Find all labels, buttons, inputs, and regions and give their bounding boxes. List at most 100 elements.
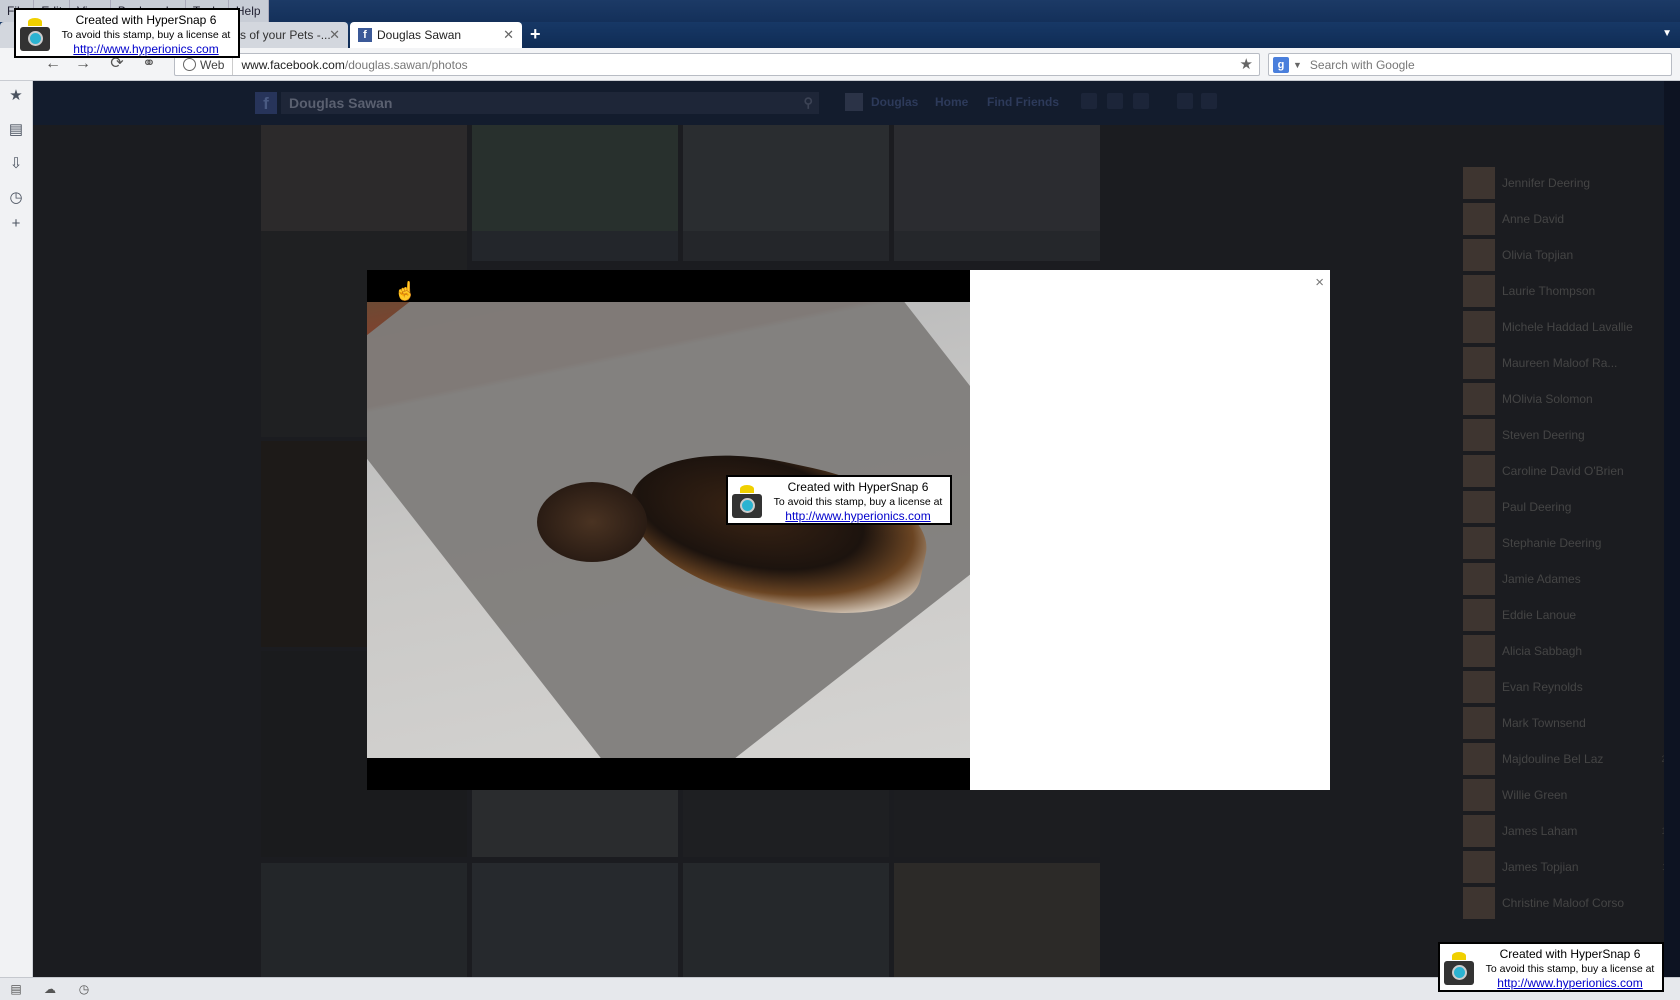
photo-lightbox: × (367, 270, 1330, 790)
facebook-favicon-icon: f (358, 28, 372, 42)
facebook-search-input[interactable]: Douglas Sawan ⚲ (281, 92, 819, 114)
chat-contact[interactable]: Anne David3h (1463, 201, 1664, 237)
photo-stage[interactable] (367, 270, 970, 790)
cat-photo[interactable] (367, 302, 970, 758)
avatar (1463, 203, 1495, 235)
chat-contact[interactable]: Majdouline Bel Laz 23m (1463, 741, 1664, 777)
photo-tile[interactable] (472, 790, 678, 857)
avatar (1463, 347, 1495, 379)
chat-contact[interactable]: Laurie Thompson (1463, 273, 1664, 309)
chat-contact[interactable]: Christine Maloof Corso (1463, 885, 1664, 921)
contact-name: Jamie Adames (1502, 572, 1581, 586)
chat-contact[interactable]: Paul Deering5h (1463, 489, 1664, 525)
tab-label: Douglas Sawan (377, 28, 462, 42)
chat-contact[interactable]: James Topjian 11m (1463, 849, 1664, 885)
privacy-shortcuts-icon[interactable] (1177, 93, 1193, 109)
chat-contact[interactable]: Jamie Adames (1463, 561, 1664, 597)
bookmarks-star-icon[interactable]: ★ (7, 87, 25, 105)
contact-name: Eddie Lanoue (1502, 608, 1577, 622)
chat-contact[interactable]: MOlivia Solomon2h (1463, 381, 1664, 417)
contact-name: Maureen Maloof Ra... (1502, 356, 1618, 370)
camera-icon (20, 18, 50, 52)
photo-tile[interactable] (683, 790, 889, 857)
camera-icon (1444, 952, 1474, 986)
avatar (1463, 455, 1495, 487)
contact-name: Michele Haddad Lavallie (1502, 320, 1633, 334)
chat-contact[interactable]: Eddie Lanoue4h (1463, 597, 1664, 633)
contact-name: Anne David (1502, 212, 1565, 226)
notifications-icon[interactable] (1133, 93, 1149, 109)
close-tab-icon[interactable]: ✕ (329, 27, 340, 43)
chat-contact[interactable]: Mark Townsend (1463, 705, 1664, 741)
friend-requests-icon[interactable] (1081, 93, 1097, 109)
chat-contact[interactable]: Michele Haddad Lavallie (1463, 309, 1664, 345)
facebook-logo-icon[interactable]: f (255, 92, 277, 114)
stamp-title: Created with HyperSnap 6 (75, 13, 217, 27)
contact-time: 11m (1662, 862, 1664, 872)
messages-icon[interactable] (1107, 93, 1123, 109)
photo-tile[interactable] (472, 863, 678, 977)
photo-tile[interactable] (472, 231, 678, 261)
nav-profile-link[interactable]: Douglas (871, 95, 918, 109)
contact-name: Jennifer Deering (1502, 176, 1591, 190)
globe-icon (183, 58, 196, 71)
navigation-toolbar: ← → ⟳ ⚭ Web www.facebook.com/douglas.saw… (0, 48, 1680, 81)
url-text[interactable]: www.facebook.com/douglas.sawan/photos (233, 58, 467, 72)
avatar[interactable] (845, 93, 863, 111)
photo-tile[interactable] (261, 125, 467, 247)
nav-home-link[interactable]: Home (935, 95, 968, 109)
speed-dial-icon[interactable]: ◷ (76, 982, 92, 996)
cloud-icon[interactable]: ☁ (42, 982, 58, 996)
chat-contact[interactable]: Willie Green1h (1463, 777, 1664, 813)
notes-icon[interactable]: ▤ (7, 121, 25, 139)
camera-icon (732, 485, 762, 519)
stamp-notice: To avoid this stamp, buy a license at (61, 29, 231, 41)
nav-find-friends-link[interactable]: Find Friends (987, 95, 1059, 109)
photo-tile[interactable] (683, 125, 889, 247)
address-bar[interactable]: Web www.facebook.com/douglas.sawan/photo… (174, 53, 1260, 76)
photo-tile[interactable] (261, 863, 467, 977)
chat-contact[interactable]: Jennifer Deering3h (1463, 165, 1664, 201)
chat-contact[interactable]: Alicia Sabbagh1h (1463, 633, 1664, 669)
search-icon[interactable]: ⚲ (803, 95, 813, 111)
avatar (1463, 311, 1495, 343)
photo-tile[interactable] (894, 790, 1100, 857)
stamp-link[interactable]: http://www.hyperionics.com (56, 42, 236, 56)
close-icon[interactable]: × (1315, 274, 1324, 291)
avatar (1463, 275, 1495, 307)
photo-tile[interactable] (683, 231, 889, 261)
tab-list-dropdown-icon[interactable]: ▼ (1662, 28, 1672, 39)
settings-gear-icon[interactable] (1201, 93, 1217, 109)
url-path: /douglas.sawan/photos (344, 57, 468, 72)
chat-contact[interactable]: James Laham 13m (1463, 813, 1664, 849)
stamp-link[interactable]: http://www.hyperionics.com (1480, 976, 1660, 990)
contact-name: MOlivia Solomon (1502, 392, 1593, 406)
new-tab-plus-icon[interactable]: + (530, 24, 541, 45)
photo-tile[interactable] (894, 231, 1100, 261)
facebook-search-value: Douglas Sawan (289, 95, 393, 111)
chat-contact[interactable]: Evan Reynolds4h (1463, 669, 1664, 705)
google-icon[interactable]: g (1273, 56, 1289, 73)
chevron-down-icon[interactable]: ▼ (1293, 60, 1302, 70)
search-input[interactable]: Search with Google (1310, 58, 1415, 72)
tab-douglas-sawan[interactable]: f Douglas Sawan ✕ (350, 22, 522, 48)
close-tab-icon[interactable]: ✕ (503, 27, 514, 43)
chat-contact[interactable]: Stephanie Deering1h (1463, 525, 1664, 561)
search-box[interactable]: g ▼ Search with Google (1268, 53, 1672, 76)
photo-tile[interactable] (472, 125, 678, 247)
chat-contact[interactable]: Steven Deering2h (1463, 417, 1664, 453)
stamp-link[interactable]: http://www.hyperionics.com (768, 509, 948, 523)
panel-toggle-icon[interactable]: ▤ (8, 982, 24, 996)
star-icon[interactable]: ★ (1240, 55, 1253, 73)
photo-tile[interactable] (894, 125, 1100, 247)
chat-contact[interactable]: Caroline David O'Brien (1463, 453, 1664, 489)
history-clock-icon[interactable]: ◷ (7, 189, 25, 207)
chat-contact[interactable]: Olivia Topjian (1463, 237, 1664, 273)
photo-tile[interactable] (894, 863, 1100, 977)
tab-strip: s of your Pets -... ✕ f Douglas Sawan ✕ … (0, 22, 1680, 48)
photo-tile[interactable] (683, 863, 889, 977)
add-panel-plus-icon[interactable]: + (7, 215, 25, 233)
avatar (1463, 635, 1495, 667)
chat-contact[interactable]: Maureen Maloof Ra...1h (1463, 345, 1664, 381)
downloads-icon[interactable]: ⇩ (7, 155, 25, 173)
